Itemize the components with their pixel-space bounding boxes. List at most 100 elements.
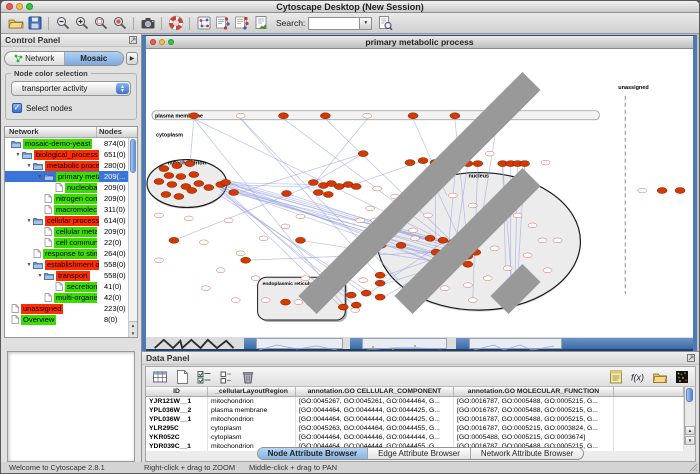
minimized-window-icon[interactable] xyxy=(456,338,469,349)
app-resize-grip[interactable] xyxy=(689,463,698,472)
minimized-window-icon[interactable] xyxy=(350,338,362,349)
tree-row-cell-communicat[interactable]: cell communicat22(0) xyxy=(5,237,128,248)
tree-scroll-buttons[interactable]: ▲▼ xyxy=(129,321,137,337)
column-header-1[interactable]: _cellularLayoutRegion xyxy=(208,387,296,396)
function-builder-icon[interactable]: f(x) xyxy=(629,368,646,385)
import-network-icon[interactable] xyxy=(252,15,269,32)
view-maximize-icon[interactable] xyxy=(168,39,174,45)
scroll-up-button[interactable]: ▲ xyxy=(685,426,695,435)
tab-network[interactable]: Network xyxy=(5,52,65,65)
expander-icon[interactable]: ▼ xyxy=(36,273,44,279)
select-nodes-checkbox[interactable]: ✓ xyxy=(12,103,22,113)
table-scrollbar[interactable]: ▲ ▼ xyxy=(684,387,695,445)
search-options-icon[interactable] xyxy=(376,15,393,32)
tree-row-cellular-metabol[interactable]: cellular metabol209(0) xyxy=(5,226,128,237)
view-close-icon[interactable] xyxy=(150,39,156,45)
expander-icon[interactable]: ▼ xyxy=(36,174,44,180)
matrix-icon[interactable] xyxy=(673,368,690,385)
float-panel-icon[interactable] xyxy=(129,36,137,44)
float-panel-icon[interactable] xyxy=(687,354,695,362)
tree-row-secretion[interactable]: secretion41(0) xyxy=(5,281,128,292)
tab-network-attribute-browser[interactable]: Network Attribute Browser xyxy=(471,448,583,459)
notes-icon[interactable] xyxy=(607,368,624,385)
new-attribute-icon[interactable] xyxy=(173,368,190,385)
table-row[interactable]: YLR295Ccytoplasm[GO:0045263, GO:0044464,… xyxy=(146,424,684,433)
import-attributes-icon[interactable] xyxy=(651,368,668,385)
unselect-attributes-icon[interactable] xyxy=(217,368,234,385)
scroll-down-button[interactable]: ▼ xyxy=(685,436,695,445)
minimized-window-thumbnail[interactable] xyxy=(362,338,447,349)
open-icon[interactable] xyxy=(7,15,24,32)
delete-attribute-icon[interactable] xyxy=(239,368,256,385)
vizmapper-ring-icon[interactable] xyxy=(167,15,184,32)
minimized-window-thumbnail[interactable] xyxy=(256,338,343,349)
attribute-mapper-icon-a[interactable] xyxy=(214,15,231,32)
tree-row-nucleobase-[interactable]: nucleobase-209(0) xyxy=(5,182,128,193)
tree-column-network[interactable]: Network xyxy=(5,127,97,137)
zoom-selected-icon[interactable] xyxy=(92,15,109,32)
app-titlebar: Cytoscape Desktop (New Session) xyxy=(1,1,699,13)
table-cell: [GO:0016787, GO:0005488, GO:0005215, G..… xyxy=(454,415,614,424)
tab-mosaic[interactable]: Mosaic xyxy=(65,52,124,65)
table-row[interactable]: YJR121W__1mitochondrion[GO:0045267, GO:0… xyxy=(146,397,684,406)
column-header-2[interactable]: annotation.GO CELLULAR_COMPONENT xyxy=(296,387,454,396)
table-mode-icon[interactable] xyxy=(151,368,168,385)
column-header-id[interactable]: ID xyxy=(146,387,208,396)
column-header-3[interactable]: annotation.GO MOLECULAR_FUNCTION xyxy=(454,387,614,396)
tree-row-node-count: 874(0) xyxy=(104,139,126,148)
tree-row-nitrogen-compo[interactable]: nitrogen compo209(0) xyxy=(5,193,128,204)
search-input[interactable] xyxy=(308,17,360,30)
close-icon[interactable] xyxy=(6,3,13,10)
tree-row-node-count: 558(0) xyxy=(104,271,126,280)
expander-icon[interactable]: ▼ xyxy=(25,163,33,169)
expander-icon[interactable]: ▼ xyxy=(25,218,33,224)
zoom-in-icon[interactable] xyxy=(73,15,90,32)
tree-row-metabolic-process[interactable]: ▼metabolic process280(0) xyxy=(5,160,128,171)
table-scrollbar-thumb[interactable] xyxy=(686,388,693,402)
tree-row-response-to-stimulu[interactable]: response to stimulu264(0) xyxy=(5,248,128,259)
tree-row-node-count: 209(0) xyxy=(104,227,126,236)
control-panel-title: Control Panel xyxy=(5,35,60,45)
grid-network-icon[interactable] xyxy=(195,15,212,32)
attribute-table[interactable]: ID_cellularLayoutRegionannotation.GO CEL… xyxy=(146,387,684,445)
tree-scrollbar-thumb[interactable] xyxy=(130,139,136,173)
attribute-mapper-icon-b[interactable] xyxy=(233,15,250,32)
maximize-icon[interactable] xyxy=(26,3,33,10)
network-view-titlebar[interactable]: primary metabolic process xyxy=(146,36,693,49)
tree-row-mosaic-demo-yeast[interactable]: mosaic-demo-yeast874(0) xyxy=(5,138,128,149)
tree-column-nodes[interactable]: Nodes xyxy=(97,127,137,137)
save-icon[interactable] xyxy=(26,15,43,32)
search-dropdown-arrow-icon[interactable]: ▼ xyxy=(360,17,372,30)
network-canvas[interactable]: plasma membranecytoplasmmitochondrionnuc… xyxy=(146,49,693,337)
tab-node-attribute-browser[interactable]: Node Attribute Browser xyxy=(258,448,369,459)
node-color-dropdown[interactable]: transporter activity ▲▼ xyxy=(11,81,131,96)
zoom-out-icon[interactable] xyxy=(54,15,71,32)
view-minimize-icon[interactable] xyxy=(159,39,165,45)
more-tabs-button[interactable]: ▶ xyxy=(126,52,138,65)
tree-row-unassigned[interactable]: unassigned223(0) xyxy=(5,303,128,314)
table-cell: plasma membrane xyxy=(208,406,296,415)
tree-row-macromolecule[interactable]: macromolecule311(0) xyxy=(5,204,128,215)
select-attributes-icon[interactable] xyxy=(195,368,212,385)
minimized-window-thumbnail[interactable] xyxy=(469,338,562,349)
tree-row-overview[interactable]: Overview8(0) xyxy=(5,314,128,325)
tree-row-biological-process[interactable]: ▼biological_process651(0) xyxy=(5,149,128,160)
zoom-fit-icon[interactable] xyxy=(111,15,128,32)
tree-row-transport[interactable]: ▼transport558(0) xyxy=(5,270,128,281)
network-view-window[interactable]: primary metabolic process plasma membran… xyxy=(142,35,697,351)
tree-row-establishment-of-lo[interactable]: ▼establishment of lo558(0) xyxy=(5,259,128,270)
table-row[interactable]: YPL036W__1mitochondrion[GO:0044464, GO:0… xyxy=(146,415,684,424)
minimized-window-icon[interactable] xyxy=(244,338,256,349)
expander-icon[interactable]: ▼ xyxy=(14,152,22,158)
tree-scrollbar[interactable]: ▲▼ xyxy=(128,138,137,337)
table-row[interactable]: YPL036W__2plasma membrane[GO:0044464, GO… xyxy=(146,406,684,415)
window-resize-grip[interactable] xyxy=(146,49,693,337)
table-row[interactable]: YKR052Ccytoplasm[GO:0044464, GO:0044446,… xyxy=(146,433,684,442)
tab-edge-attribute-browser[interactable]: Edge Attribute Browser xyxy=(368,448,471,459)
expander-icon[interactable]: ▼ xyxy=(25,262,33,268)
minimize-icon[interactable] xyxy=(16,3,23,10)
tree-row-primary-metabo[interactable]: ▼primary metabo209(... xyxy=(5,171,128,182)
snapshot-icon[interactable] xyxy=(139,15,156,32)
tree-row-multi-organism-pro[interactable]: multi-organism pro42(0) xyxy=(5,292,128,303)
tree-row-cellular-process[interactable]: ▼cellular process614(0) xyxy=(5,215,128,226)
